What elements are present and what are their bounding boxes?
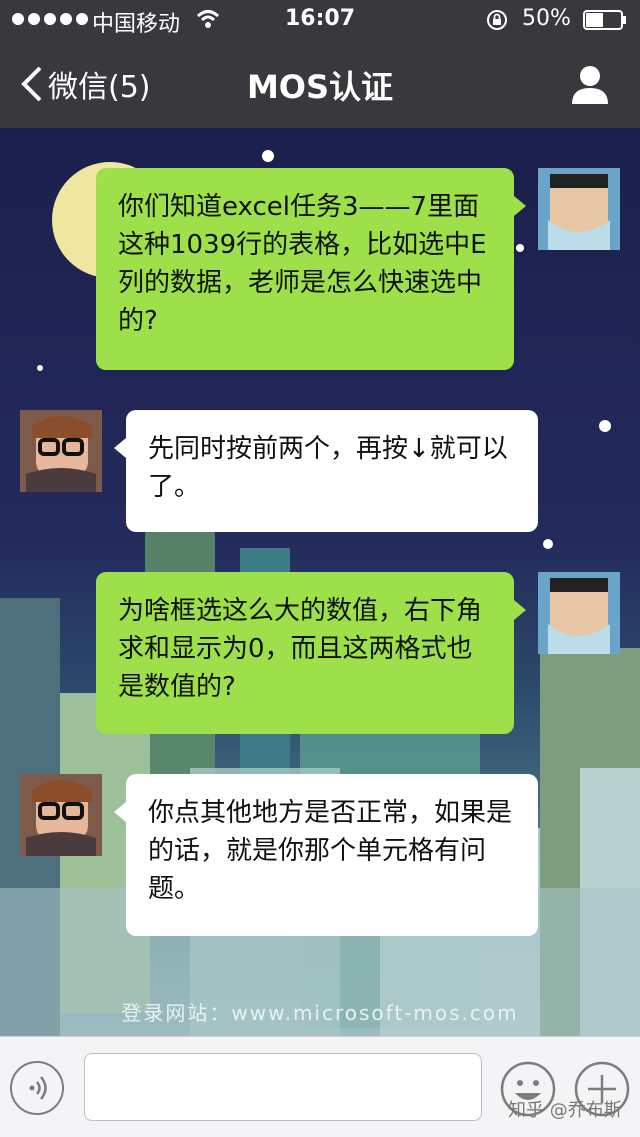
rotation-lock-icon [487, 10, 507, 30]
voice-input-button[interactable] [10, 1061, 64, 1115]
battery-icon [583, 10, 626, 30]
avatar-contact[interactable] [20, 410, 102, 492]
poster-website-text: 登录网站：www.microsoft-mos.com [121, 1001, 519, 1025]
avatar-contact[interactable] [20, 774, 102, 856]
top-bar: 中国移动 16:07 50% 微信(5) MOS认证 [0, 0, 640, 128]
contact-profile-icon[interactable] [570, 64, 610, 104]
page-title: MOS认证 [246, 68, 394, 106]
message-bubble[interactable]: 为啥框选这么大的数值，右下角求和显示为0，而且这两格式也是数值的? [96, 572, 526, 734]
battery-percent: 50% [522, 6, 571, 31]
message-bubble[interactable]: 你点其他地方是否正常，如果是的话，就是你那个单元格有问题。 [114, 774, 538, 936]
avatar-self[interactable] [538, 572, 620, 654]
avatar-self[interactable] [538, 168, 620, 250]
message-bubble[interactable]: 先同时按前两个，再按↓就可以了。 [114, 410, 538, 532]
watermark-text: 知乎 @乔布斯 [508, 1100, 622, 1121]
message-bubble[interactable]: 你们知道excel任务3——7里面这种1039行的表格，比如选中E列的数据，老师… [96, 168, 526, 370]
voice-wave-icon [29, 1076, 47, 1100]
message-input[interactable] [84, 1053, 482, 1121]
status-bar: 中国移动 16:07 50% [0, 0, 640, 40]
